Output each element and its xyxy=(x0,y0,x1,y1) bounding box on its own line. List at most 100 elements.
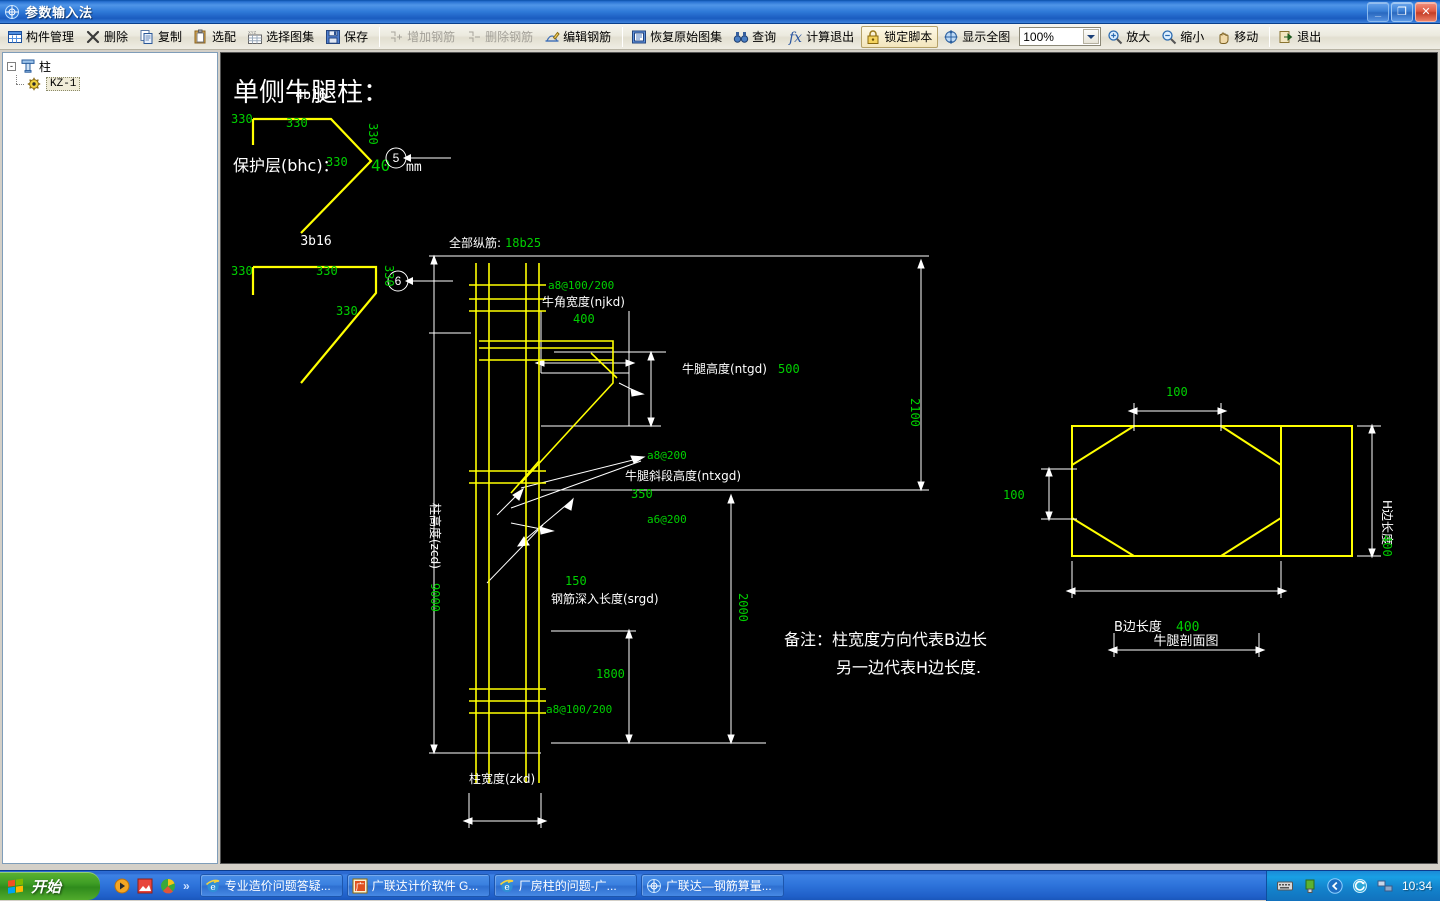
app-icon xyxy=(4,4,20,20)
toolbar-label: 恢复原始图集 xyxy=(650,30,723,44)
toolbar-button-restore-atlas[interactable]: 恢复原始图集 xyxy=(627,26,728,48)
tree-expand-toggle[interactable]: - xyxy=(7,61,16,71)
toolbar-label: 移动 xyxy=(1234,30,1259,44)
toolbar-button-pan[interactable]: 移动 xyxy=(1211,26,1264,48)
zoom-level-value: 100% xyxy=(1023,29,1054,44)
toolbar-button-remove-rebar[interactable]: 删除钢筋 xyxy=(462,26,539,48)
cover-layer-label: 保护层(bhc)： xyxy=(233,156,339,175)
toolbar-button-exit[interactable]: 退出 xyxy=(1274,26,1327,48)
toolbar-label: 缩小 xyxy=(1180,30,1205,44)
start-button[interactable]: 开始 xyxy=(0,872,100,900)
zoom-level-combobox[interactable]: 100% xyxy=(1019,27,1102,46)
windows-logo-icon xyxy=(6,876,26,896)
corbel-height-value[interactable]: 500 xyxy=(778,362,800,376)
toolbar-button-select-atlas[interactable]: XYZ 选择图集 xyxy=(243,26,320,48)
show-hidden-icons-icon[interactable] xyxy=(1327,877,1343,894)
corbel-slope-height-value[interactable]: 350 xyxy=(631,487,653,501)
keyboard-icon[interactable] xyxy=(1276,878,1293,894)
close-button[interactable]: ✕ xyxy=(1415,1,1437,22)
quick-launch-overflow-icon[interactable]: » xyxy=(183,879,190,893)
toolbar-button-zoom-fit[interactable]: 显示全图 xyxy=(939,26,1016,48)
media-player-icon[interactable] xyxy=(114,878,130,894)
note-line-1: 备注：柱宽度方向代表B边长 xyxy=(784,630,987,649)
tree-node-column[interactable]: - 柱 xyxy=(3,57,217,75)
restore-button[interactable]: ❐ xyxy=(1391,1,1413,22)
column-height-value[interactable]: 9000 xyxy=(428,583,442,612)
toolbar-label: 增加钢筋 xyxy=(407,30,456,44)
toolbar-button-component-manager[interactable]: 构件管理 xyxy=(3,26,80,48)
stirrup-mid-value[interactable]: a8@200 xyxy=(647,449,687,462)
corbel-height-label: 牛腿高度(ntgd) xyxy=(682,361,767,376)
stirrup-slope-value[interactable]: a6@200 xyxy=(647,513,687,526)
taskbar-button[interactable]: e 专业造价问题答疑... xyxy=(199,874,343,897)
corbel-width-value[interactable]: 400 xyxy=(573,312,595,326)
calc-exit-icon: fx xyxy=(787,29,803,46)
toolbar-separator xyxy=(379,26,381,47)
toolbar-button-zoom-in[interactable]: 放大 xyxy=(1103,26,1156,48)
rebar-spec-6: 3b16 xyxy=(300,234,331,249)
usb-icon[interactable] xyxy=(1302,878,1318,894)
toolbar-label: 选配 xyxy=(212,30,237,44)
toolbar-button-query[interactable]: 查询 xyxy=(729,26,782,48)
toolbar-label: 构件管理 xyxy=(26,30,75,44)
toolbar-button-lock-script[interactable]: 锁定脚本 xyxy=(861,25,939,48)
minimize-button[interactable]: _ xyxy=(1367,1,1389,22)
all-longitudinal-label: 全部纵筋: xyxy=(449,235,501,250)
main-body: - 柱 KZ-1 单侧牛腿柱： 保护层(bhc)： 40 mm 5 4b16 3… xyxy=(0,50,1440,870)
toolbar-button-paste[interactable]: 选配 xyxy=(189,26,242,48)
dim-1800: 1800 xyxy=(596,667,625,681)
tree-node-kz1[interactable]: KZ-1 xyxy=(3,75,217,93)
zoom-out-icon xyxy=(1161,29,1177,45)
toolbar-button-delete[interactable]: 删除 xyxy=(81,26,134,48)
toolbar-button-save[interactable]: 保存 xyxy=(321,26,374,48)
cover-layer-value[interactable]: 40 xyxy=(371,156,390,175)
rebar-spec-5: 4b16 xyxy=(295,88,326,103)
toolbar-button-edit-rebar[interactable]: 编辑钢筋 xyxy=(540,26,617,48)
drawing-canvas-panel[interactable]: 单侧牛腿柱： 保护层(bhc)： 40 mm 5 4b16 330 330 33… xyxy=(220,52,1438,864)
update-icon[interactable] xyxy=(1352,878,1368,894)
toolbar-label: 删除 xyxy=(104,30,129,44)
rebar-embed-label: 钢筋深入长度(srgd) xyxy=(551,591,659,606)
all-longitudinal-value[interactable]: 18b25 xyxy=(505,236,541,250)
section-h-value[interactable]: 400 xyxy=(1380,535,1394,557)
taskbar-button[interactable]: 广 广联达计价软件 G... xyxy=(346,874,490,897)
section-dim-left: 100 xyxy=(1003,488,1025,502)
taskbar-button[interactable]: 广联达—钢筋算量... xyxy=(640,874,784,897)
toolbar-button-copy[interactable]: 复制 xyxy=(135,26,188,48)
toolbar-label: 保存 xyxy=(344,30,369,44)
toolbar-label: 显示全图 xyxy=(962,30,1011,44)
clock[interactable]: 10:34 xyxy=(1402,879,1432,893)
toolbar-label: 锁定脚本 xyxy=(884,30,933,44)
stirrup-top-value[interactable]: a8@100/200 xyxy=(548,279,614,292)
delete-icon xyxy=(85,29,101,45)
rebar-mark-5: 5 xyxy=(393,151,400,165)
quick-launch-bar[interactable]: » xyxy=(100,878,196,894)
svg-text:广: 广 xyxy=(355,881,364,893)
toolbar-label: 退出 xyxy=(1297,30,1322,44)
edit-rebar-icon xyxy=(544,29,560,45)
network-icon[interactable] xyxy=(1377,878,1393,894)
chevron-down-icon[interactable] xyxy=(1083,29,1100,44)
browser-alt-icon[interactable] xyxy=(160,878,176,894)
rebar-embed-value[interactable]: 150 xyxy=(565,574,587,588)
section-dim-top: 100 xyxy=(1166,385,1188,399)
rebar-dim-6-a: 330 xyxy=(231,264,253,278)
ie-icon: e xyxy=(205,878,221,894)
rebar-dim-5-a: 330 xyxy=(231,112,253,126)
component-tree-panel[interactable]: - 柱 KZ-1 xyxy=(2,52,218,864)
cad-drawing[interactable]: 单侧牛腿柱： 保护层(bhc)： 40 mm 5 4b16 330 330 33… xyxy=(221,53,1437,863)
zoom-in-icon xyxy=(1107,29,1123,45)
tree-node-label: 柱 xyxy=(39,59,52,74)
rebar-dim-6-d: 330 xyxy=(336,304,358,318)
toolbar-button-zoom-out[interactable]: 缩小 xyxy=(1157,26,1210,48)
toolbar-button-add-rebar[interactable]: 增加钢筋 xyxy=(384,26,461,48)
taskbar-button[interactable]: e 厂房柱的问题-广... xyxy=(493,874,637,897)
corbel-width-label: 牛角宽度(njkd) xyxy=(542,294,625,309)
toolbar-button-calc-exit[interactable]: fx 计算退出 xyxy=(783,26,860,48)
toolbar-label: 查询 xyxy=(752,30,777,44)
save-icon xyxy=(325,29,341,45)
corbel-slope-height-label: 牛腿斜段高度(ntxgd) xyxy=(625,468,741,483)
section-b-value[interactable]: 400 xyxy=(1176,620,1199,635)
photo-icon[interactable] xyxy=(137,878,153,894)
stirrup-bottom-value[interactable]: a8@100/200 xyxy=(546,703,612,716)
